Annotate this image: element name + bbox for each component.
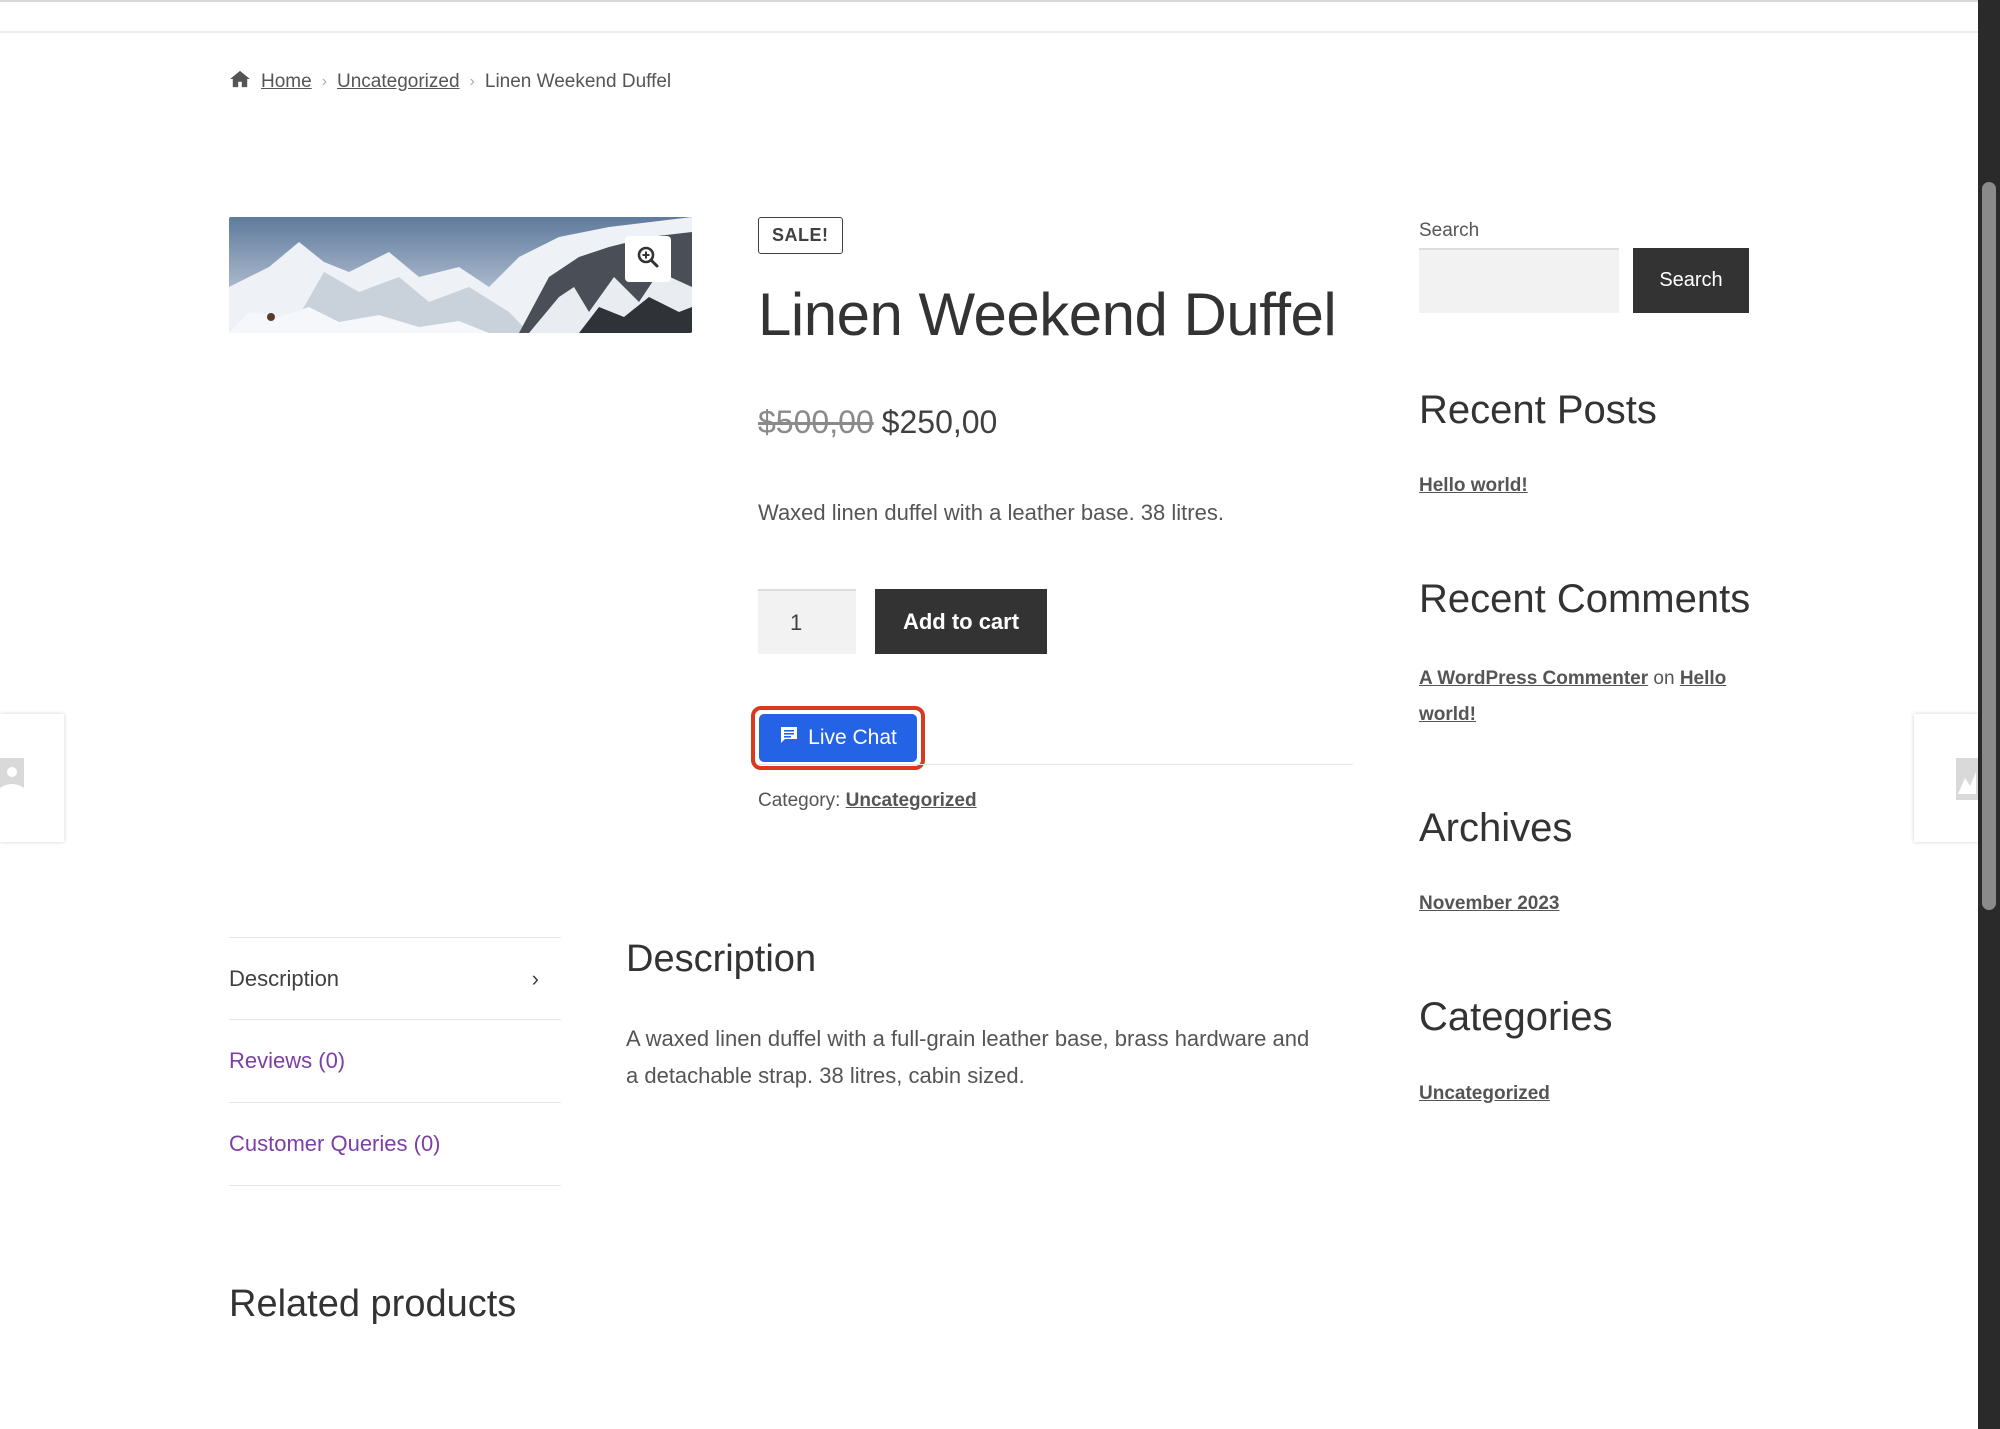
archive-link[interactable]: November 2023 (1419, 893, 1559, 915)
scrollbar[interactable] (1978, 0, 2000, 1429)
sale-price: $250,00 (881, 404, 998, 440)
product-title: Linen Weekend Duffel (758, 281, 1337, 348)
tab-customer-queries[interactable]: Customer Queries (0) (229, 1103, 561, 1186)
breadcrumb-current: Linen Weekend Duffel (484, 71, 672, 92)
previous-product-nav[interactable] (0, 714, 64, 842)
description-text: A waxed linen duffel with a full-grain l… (626, 1026, 1310, 1088)
scrollbar-thumb[interactable] (1982, 182, 1996, 910)
categories-title: Categories (1419, 995, 1613, 1039)
quantity-input[interactable] (758, 589, 856, 654)
category-label: Category: (758, 790, 841, 811)
recent-comments-title: Recent Comments (1419, 577, 1751, 621)
breadcrumb-home-link[interactable]: Home (261, 71, 312, 93)
related-products-heading: Related products (229, 1283, 517, 1325)
tab-label: Customer Queries (0) (229, 1131, 441, 1156)
comment-on-text: on (1653, 668, 1675, 689)
comment-author-link[interactable]: A WordPress Commenter (1419, 668, 1648, 689)
recent-post-link[interactable]: Hello world! (1419, 475, 1528, 497)
tab-label: Description (229, 965, 340, 991)
search-input[interactable] (1419, 248, 1619, 313)
breadcrumb: Home › Uncategorized › Linen Weekend Duf… (229, 70, 671, 94)
chat-icon (779, 725, 799, 751)
breadcrumb-category-link[interactable]: Uncategorized (337, 71, 460, 93)
chevron-right-icon: › (469, 73, 475, 90)
placeholder-image-icon (1956, 758, 1978, 805)
live-chat-label: Live Chat (808, 726, 897, 749)
live-chat-button[interactable]: Live Chat (759, 714, 917, 762)
tab-description[interactable]: Description › (229, 937, 561, 1020)
tab-label: Reviews (0) (229, 1048, 346, 1073)
category-link[interactable]: Uncategorized (846, 790, 977, 811)
recent-posts-title: Recent Posts (1419, 388, 1657, 432)
add-to-cart-button[interactable]: Add to cart (875, 589, 1047, 654)
category-widget-link[interactable]: Uncategorized (1419, 1083, 1550, 1105)
archives-title: Archives (1419, 806, 1573, 850)
recent-comment: A WordPress Commenter on Hello world! (1419, 661, 1749, 733)
search-button[interactable]: Search (1633, 248, 1749, 313)
sale-badge: SALE! (758, 217, 843, 254)
search-label: Search (1419, 220, 1480, 241)
chevron-right-icon: › (321, 73, 328, 90)
product-image[interactable] (229, 217, 692, 333)
product-price: $500,00 $250,00 (758, 404, 997, 441)
short-description: Waxed linen duffel with a leather base. … (758, 500, 1224, 525)
product-tabs: Description › Reviews (0) Customer Queri… (229, 937, 561, 1186)
chevron-right-icon: › (531, 965, 539, 991)
zoom-button[interactable] (625, 236, 671, 282)
header-bar (0, 0, 1978, 33)
home-icon (229, 70, 251, 94)
placeholder-image-icon (0, 758, 24, 805)
product-category: Category: Uncategorized (758, 790, 977, 812)
divider (758, 764, 1353, 765)
old-price: $500,00 (758, 404, 874, 440)
tab-reviews[interactable]: Reviews (0) (229, 1020, 561, 1103)
zoom-icon (636, 245, 660, 274)
next-product-nav[interactable] (1914, 714, 1978, 842)
description-heading: Description (626, 938, 817, 980)
